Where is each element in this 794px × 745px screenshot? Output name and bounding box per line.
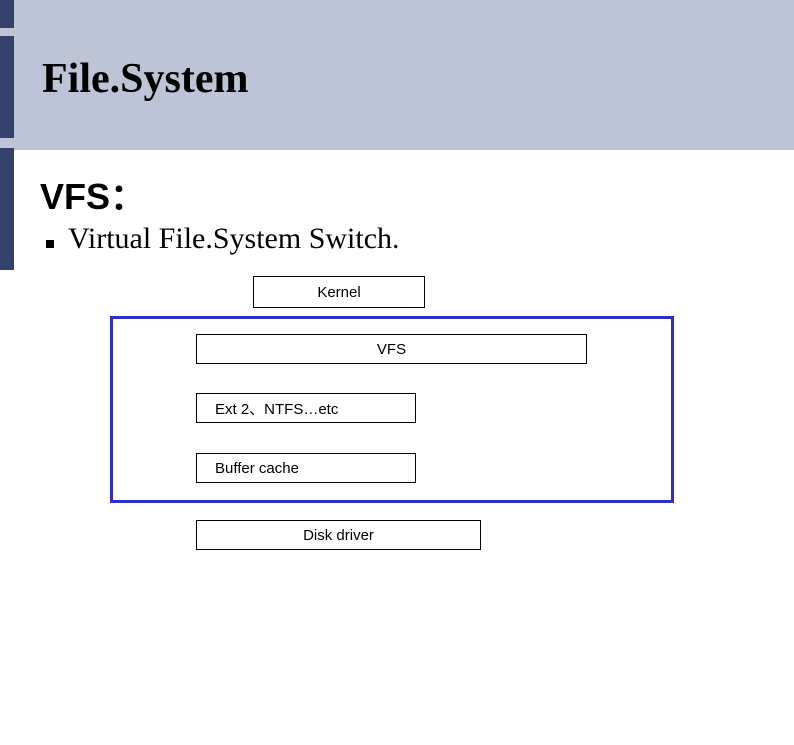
side-stripe-lower xyxy=(0,150,14,270)
buffer-cache-box: Buffer cache xyxy=(196,453,416,483)
side-gap-2 xyxy=(0,138,14,148)
filesystems-label: Ext 2、NTFS…etc xyxy=(215,398,338,419)
buffer-cache-label: Buffer cache xyxy=(215,460,299,477)
vfs-box: VFS xyxy=(196,334,587,364)
kernel-label: Kernel xyxy=(317,284,360,301)
filesystems-box: Ext 2、NTFS…etc xyxy=(196,393,416,423)
side-gap-1 xyxy=(0,28,14,36)
bullet-text: Virtual File.System Switch. xyxy=(68,222,400,256)
section-heading: VFS： xyxy=(40,168,146,220)
page-title: File.System xyxy=(42,55,248,103)
disk-driver-label: Disk driver xyxy=(303,527,374,544)
kernel-box: Kernel xyxy=(253,276,425,308)
bullet-icon xyxy=(46,240,54,248)
vfs-label: VFS xyxy=(377,341,406,358)
disk-driver-box: Disk driver xyxy=(196,520,481,550)
